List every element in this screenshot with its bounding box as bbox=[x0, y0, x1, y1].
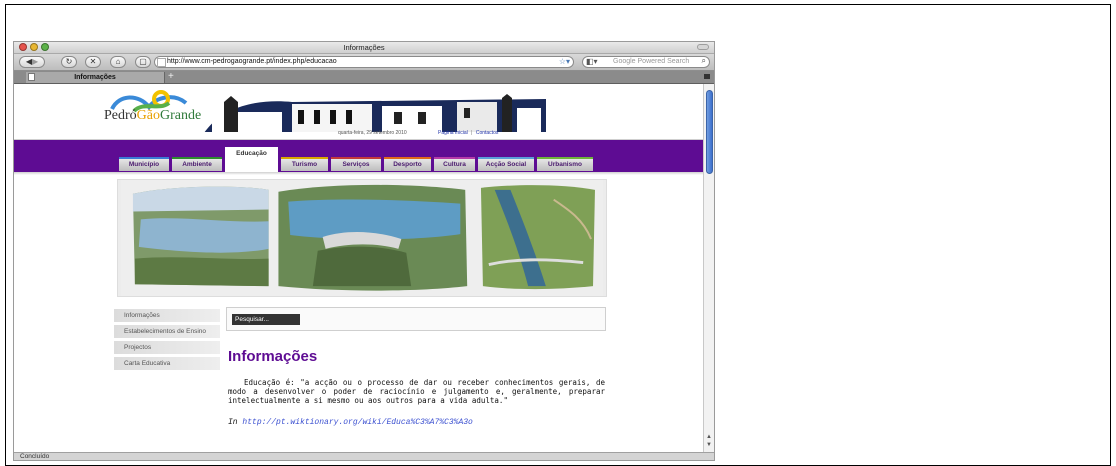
citation-prefix: In bbox=[228, 418, 238, 427]
stop-button[interactable]: ✕ bbox=[85, 56, 101, 68]
title-bar: Informações bbox=[14, 42, 714, 54]
page-title: Informações bbox=[228, 348, 318, 365]
link-separator: | bbox=[471, 130, 473, 136]
tab-list-button[interactable] bbox=[704, 74, 710, 79]
sidebar-item-estabelecimentos[interactable]: Estabelecimentos de Ensino bbox=[114, 325, 220, 338]
search-icon[interactable]: ⌕ bbox=[702, 56, 706, 66]
education-definition: Educação é: "a acção ou o processo de da… bbox=[228, 378, 605, 406]
window-title: Informações bbox=[343, 43, 385, 52]
reload-icon: ↻ bbox=[65, 57, 73, 66]
site-search-box: Pesquisar... bbox=[226, 307, 606, 331]
tab-bar: Informações + bbox=[14, 71, 714, 84]
nav-cultura[interactable]: Cultura bbox=[434, 157, 475, 171]
search-field[interactable]: ◧▾ Google Powered Search ⌕ bbox=[582, 56, 710, 68]
bookmark-star-icon[interactable]: ☆▾ bbox=[559, 57, 570, 67]
sidebar-menu: Informações Estabelecimentos de Ensino P… bbox=[114, 309, 220, 373]
toolbar-toggle-button[interactable] bbox=[697, 44, 709, 50]
search-engine-icon[interactable]: ◧▾ bbox=[586, 57, 598, 67]
home-link[interactable]: Página Inicial bbox=[438, 130, 468, 136]
logo-wordmark: PedróGãoGrande bbox=[104, 108, 202, 123]
landscape-photo-strip bbox=[117, 179, 607, 297]
browser-window: Informações ◀▶ ↻ ✕ ⌂ ▢ http://www.cm-ped… bbox=[13, 41, 715, 461]
nav-educacao[interactable]: Educação bbox=[225, 147, 278, 172]
header-links: Página Inicial | Contactos bbox=[438, 130, 498, 136]
back-forward-buttons[interactable]: ◀▶ bbox=[19, 56, 45, 68]
nav-municipio[interactable]: Município bbox=[119, 157, 169, 171]
vertical-scrollbar[interactable]: ▲ ▼ bbox=[703, 84, 714, 454]
current-date: quarta-feira, 29 setembro 2010 bbox=[338, 130, 407, 136]
contacts-link[interactable]: Contactos bbox=[476, 130, 499, 136]
forward-arrow-icon[interactable]: ▶ bbox=[32, 57, 38, 66]
close-icon: ✕ bbox=[89, 57, 97, 66]
nav-servicos[interactable]: Serviços bbox=[331, 157, 381, 171]
site-info-button[interactable]: ▢ bbox=[135, 56, 151, 68]
favicon-icon bbox=[157, 58, 166, 67]
sidebar-item-carta-educativa[interactable]: Carta Educativa bbox=[114, 357, 220, 370]
document-icon bbox=[28, 73, 35, 81]
address-url: http://www.cm-pedrogaogrande.pt/index.ph… bbox=[167, 58, 337, 65]
site-search-input[interactable]: Pesquisar... bbox=[232, 314, 300, 325]
nav-turismo[interactable]: Turismo bbox=[281, 157, 328, 171]
home-button[interactable]: ⌂ bbox=[110, 56, 126, 68]
new-tab-button[interactable]: + bbox=[168, 71, 174, 83]
page-icon: ▢ bbox=[139, 57, 147, 66]
tab-informacoes[interactable]: Informações bbox=[26, 72, 165, 83]
nav-urbanismo[interactable]: Urbanismo bbox=[537, 157, 593, 171]
scrollbar-thumb[interactable] bbox=[706, 90, 713, 174]
reload-button[interactable]: ↻ bbox=[61, 56, 77, 68]
wiktionary-link[interactable]: http://pt.wiktionary.org/wiki/Educa%C3%A… bbox=[242, 418, 472, 427]
nav-desporto[interactable]: Desporto bbox=[384, 157, 431, 171]
citation: In http://pt.wiktionary.org/wiki/Educa%C… bbox=[228, 418, 473, 427]
browser-toolbar: ◀▶ ↻ ✕ ⌂ ▢ http://www.cm-pedrogaogrande.… bbox=[14, 54, 714, 71]
web-page: PedróGãoGrande quarta-feira, 29 setembro… bbox=[14, 84, 703, 454]
scroll-up-arrow-icon[interactable]: ▲ bbox=[706, 434, 712, 440]
nav-shadow bbox=[14, 172, 703, 175]
nav-accao-social[interactable]: Acção Social bbox=[478, 157, 534, 171]
search-placeholder: Google Powered Search bbox=[613, 58, 690, 65]
sidebar-item-informacoes[interactable]: Informações bbox=[114, 309, 220, 322]
sidebar-item-projectos[interactable]: Projectos bbox=[114, 341, 220, 354]
address-bar[interactable]: http://www.cm-pedrogaogrande.pt/index.ph… bbox=[154, 56, 574, 68]
scroll-down-arrow-icon[interactable]: ▼ bbox=[706, 442, 712, 448]
tab-label: Informações bbox=[74, 74, 116, 81]
nav-ambiente[interactable]: Ambiente bbox=[172, 157, 222, 171]
home-icon: ⌂ bbox=[115, 57, 121, 66]
